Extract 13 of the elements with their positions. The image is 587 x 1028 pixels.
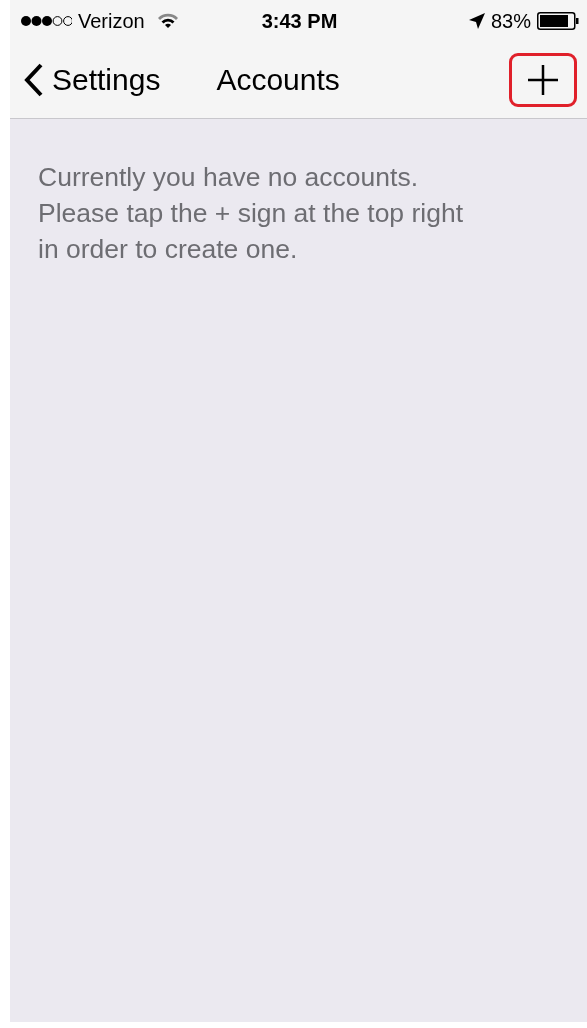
- signal-icon: [20, 15, 72, 27]
- plus-icon: [528, 65, 558, 95]
- battery-percentage: 83%: [490, 9, 531, 33]
- carrier-name: Verizon: [78, 9, 145, 33]
- nav-title: Accounts: [216, 63, 341, 97]
- chevron-left-icon: [24, 63, 44, 97]
- wifi-icon: [156, 13, 179, 29]
- status-time: 3:43 PM: [261, 9, 338, 33]
- empty-message: Currently you have no accounts. Please tap the + sign at the top right in order to create one.: [37, 161, 465, 266]
- back-button[interactable]: Settings: [24, 63, 161, 97]
- battery-icon: [537, 12, 579, 30]
- add-button[interactable]: [509, 53, 577, 107]
- location-arrow-icon: [468, 13, 485, 29]
